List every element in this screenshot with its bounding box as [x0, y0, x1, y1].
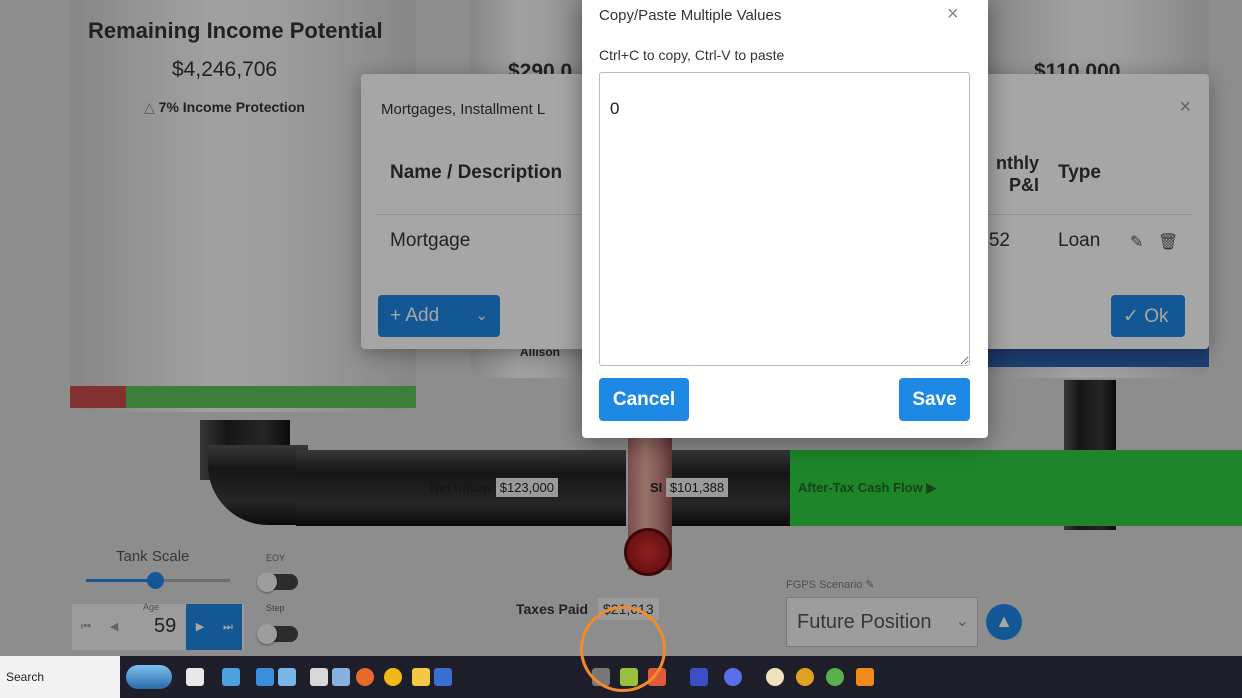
chrome-icon[interactable] [384, 668, 402, 686]
copy-paste-modal: Copy/Paste Multiple Values × Ctrl+C to c… [582, 0, 988, 438]
dashboard-background: Remaining Income Potential $4,246,706 △ … [0, 0, 1242, 656]
app-icon[interactable] [826, 668, 844, 686]
mountain-icon[interactable] [126, 665, 172, 689]
calculator-icon[interactable] [310, 668, 328, 686]
notepad-icon[interactable] [222, 668, 240, 686]
save-button[interactable]: Save [899, 378, 970, 421]
taskbar-search[interactable]: Search [0, 656, 120, 698]
firefox-icon[interactable] [356, 668, 374, 686]
click-highlight [580, 606, 666, 692]
photos-icon[interactable] [256, 668, 274, 686]
viewer-icon[interactable] [278, 668, 296, 686]
zip-icon[interactable] [690, 668, 708, 686]
editor-icon[interactable] [332, 668, 350, 686]
vlc-icon[interactable] [856, 668, 874, 686]
cancel-button[interactable]: Cancel [599, 378, 689, 421]
close-icon[interactable]: × [947, 3, 959, 26]
app-icon[interactable] [724, 668, 742, 686]
wordpress-icon[interactable] [766, 668, 784, 686]
settings-icon[interactable] [434, 668, 452, 686]
values-textarea[interactable]: 0 [599, 72, 970, 366]
copy-paste-modal-title: Copy/Paste Multiple Values [599, 7, 782, 24]
copy-paste-hint: Ctrl+C to copy, Ctrl-V to paste [599, 47, 785, 63]
window-icon[interactable] [186, 668, 204, 686]
files-icon[interactable] [412, 668, 430, 686]
chrome-icon[interactable] [796, 668, 814, 686]
